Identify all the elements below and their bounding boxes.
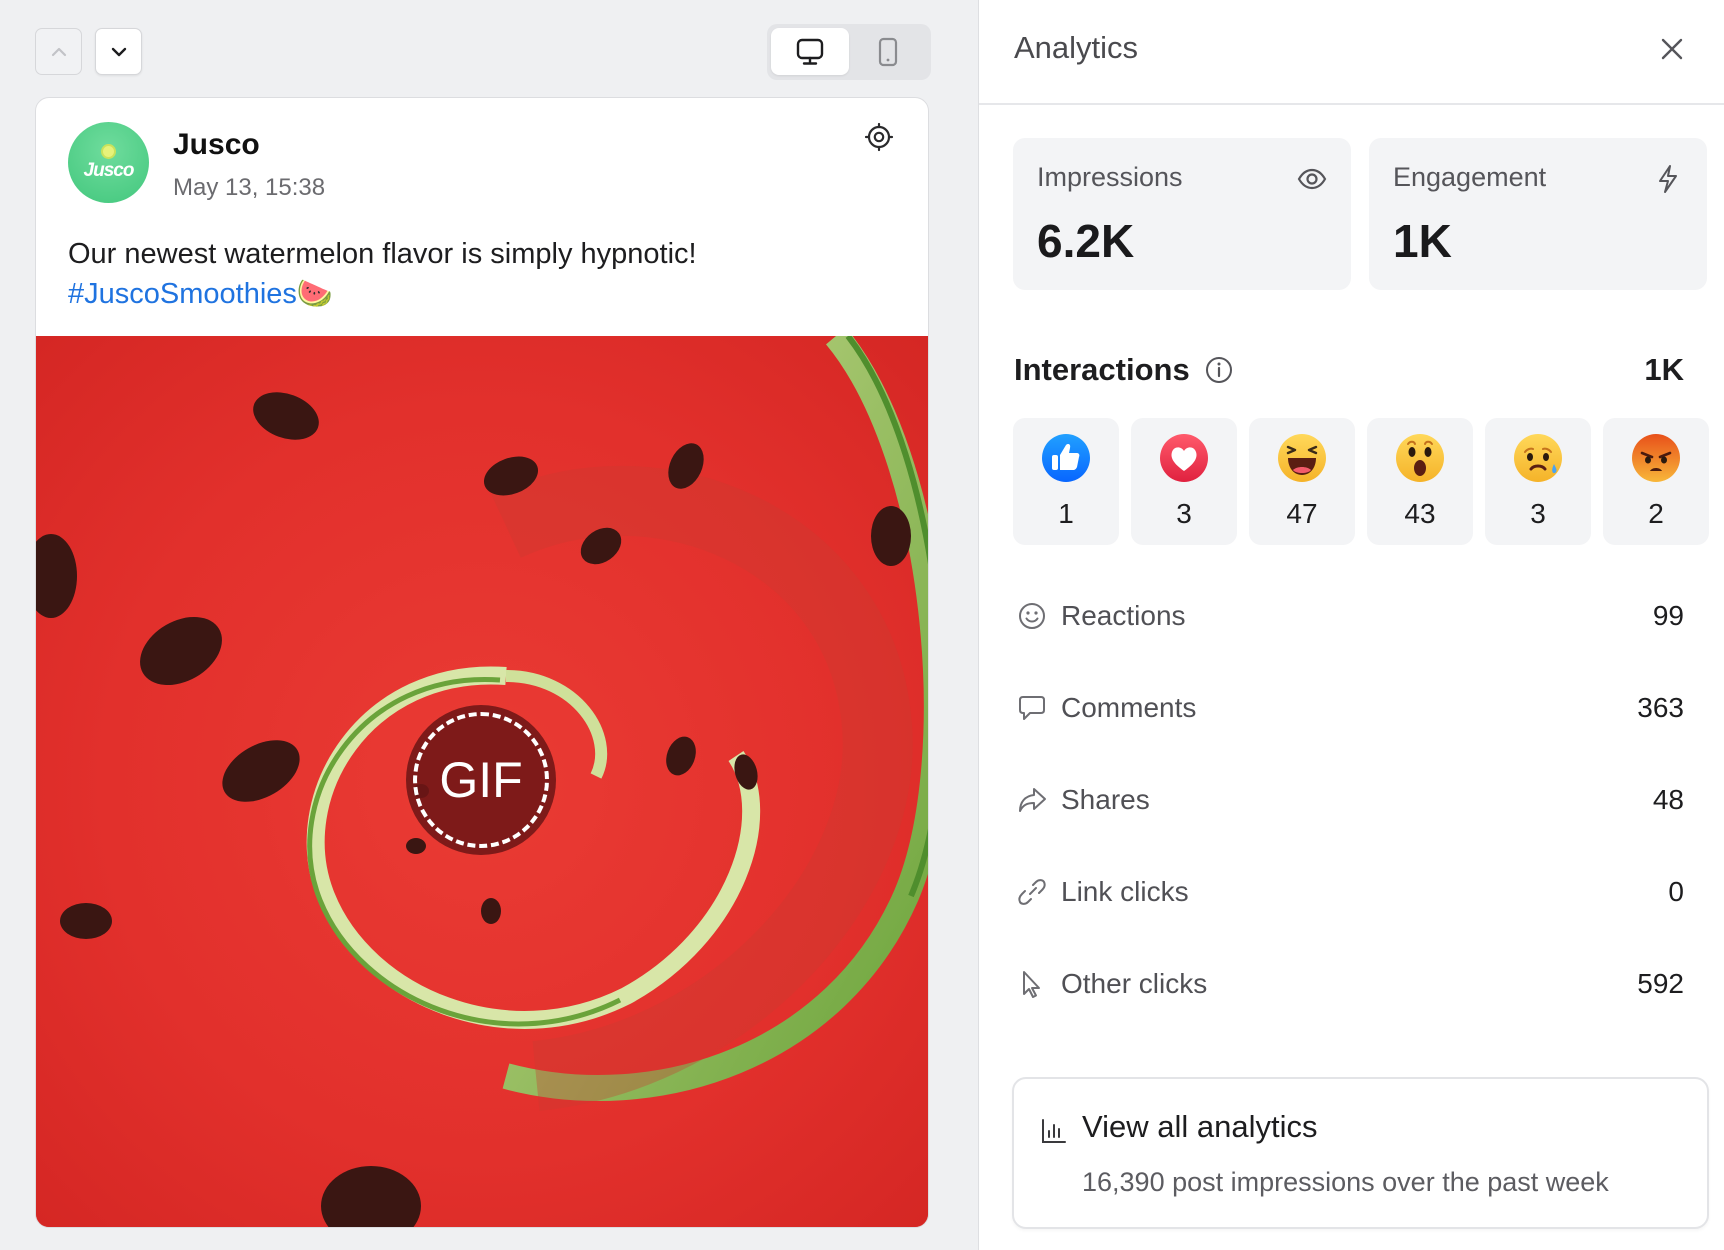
chevron-up-icon bbox=[51, 47, 66, 56]
post-body: Our newest watermelon flavor is simply h… bbox=[68, 238, 697, 270]
phone-icon bbox=[878, 37, 898, 66]
weekly-impressions-summary: 16,390 post impressions over the past we… bbox=[1082, 1167, 1609, 1197]
metric-row-reactions: Reactions 99 bbox=[1014, 596, 1684, 636]
metric-row-shares: Shares 48 bbox=[1014, 780, 1684, 820]
avatar-brand-text: Jusco bbox=[83, 159, 135, 181]
lightning-icon bbox=[1659, 165, 1677, 193]
reaction-haha: 47 bbox=[1249, 418, 1355, 545]
view-all-analytics-card[interactable]: View all analytics 16,390 post impressio… bbox=[1012, 1077, 1709, 1229]
metric-row-link-clicks: Link clicks 0 bbox=[1014, 872, 1684, 912]
reaction-breakdown: 1 3 47 43 3 2 bbox=[1013, 418, 1709, 545]
desktop-view-button[interactable] bbox=[771, 28, 849, 75]
link-icon bbox=[1018, 879, 1046, 905]
reaction-sad: 3 bbox=[1485, 418, 1591, 545]
view-mode-toggle bbox=[767, 24, 931, 80]
like-reaction-icon bbox=[1042, 434, 1090, 482]
gif-badge[interactable]: GIF bbox=[406, 705, 556, 855]
bar-chart-icon bbox=[1042, 1119, 1066, 1143]
info-icon[interactable] bbox=[1204, 355, 1234, 385]
metric-label: Other clicks bbox=[1061, 968, 1208, 999]
metric-label: Reactions bbox=[1061, 600, 1186, 631]
avatar: Jusco bbox=[68, 122, 149, 203]
eye-icon bbox=[1297, 168, 1327, 190]
metric-label: Comments bbox=[1061, 692, 1197, 723]
mobile-view-button[interactable] bbox=[849, 28, 927, 75]
metric-row-other-clicks: Other clicks 592 bbox=[1014, 964, 1684, 1004]
metric-value: 363 bbox=[1637, 692, 1684, 723]
crosshair-icon bbox=[864, 122, 894, 152]
like-count: 1 bbox=[1058, 498, 1074, 529]
monitor-icon bbox=[796, 38, 824, 65]
hashtag-link[interactable]: #JuscoSmoothies bbox=[68, 278, 297, 310]
reaction-angry: 2 bbox=[1603, 418, 1709, 545]
cursor-icon bbox=[1023, 971, 1040, 998]
post-timestamp: May 13, 15:38 bbox=[173, 174, 326, 201]
close-panel-button[interactable] bbox=[1656, 33, 1688, 65]
analytics-panel: Analytics Impressions 6.2K Engagement 1K… bbox=[978, 0, 1724, 1250]
interactions-heading: Interactions bbox=[1014, 352, 1234, 388]
haha-reaction-icon bbox=[1278, 434, 1326, 482]
next-post-button[interactable] bbox=[95, 28, 142, 75]
view-all-analytics-link[interactable]: View all analytics bbox=[1082, 1109, 1317, 1145]
angry-reaction-icon bbox=[1632, 434, 1680, 482]
metric-label: Link clicks bbox=[1061, 876, 1189, 907]
impressions-card: Impressions 6.2K bbox=[1013, 138, 1351, 290]
interactions-total: 1K bbox=[1644, 352, 1684, 387]
watermelon-emoji: 🍉 bbox=[296, 278, 334, 310]
haha-count: 47 bbox=[1286, 498, 1318, 529]
impressions-value: 6.2K bbox=[1037, 215, 1135, 267]
engagement-value: 1K bbox=[1393, 215, 1452, 267]
love-count: 3 bbox=[1176, 498, 1192, 529]
post-media-gif[interactable]: GIF bbox=[36, 336, 928, 1227]
sad-count: 3 bbox=[1530, 498, 1546, 529]
panel-header: Analytics bbox=[979, 0, 1724, 105]
impressions-label: Impressions bbox=[1037, 162, 1183, 192]
reaction-wow: 43 bbox=[1367, 418, 1473, 545]
post-text: Our newest watermelon flavor is simply h… bbox=[68, 234, 898, 314]
metric-row-comments: Comments 363 bbox=[1014, 688, 1684, 728]
metric-value: 0 bbox=[1668, 876, 1684, 907]
angry-count: 2 bbox=[1648, 498, 1664, 529]
panel-title: Analytics bbox=[1014, 30, 1139, 65]
reaction-love: 3 bbox=[1131, 418, 1237, 545]
wow-reaction-icon bbox=[1396, 434, 1444, 482]
wow-count: 43 bbox=[1404, 498, 1436, 529]
previous-post-button[interactable] bbox=[35, 28, 82, 75]
comment-icon bbox=[1019, 696, 1045, 720]
author-name: Jusco bbox=[173, 128, 260, 161]
close-icon bbox=[1661, 38, 1683, 60]
engagement-label: Engagement bbox=[1393, 162, 1547, 192]
lime-logo-icon bbox=[101, 143, 116, 159]
share-icon bbox=[1019, 788, 1046, 812]
engagement-card: Engagement 1K bbox=[1369, 138, 1707, 290]
metric-value: 48 bbox=[1652, 784, 1684, 815]
focus-target-button[interactable] bbox=[864, 122, 894, 152]
metric-value: 592 bbox=[1637, 968, 1684, 999]
post-card: Jusco Jusco May 13, 15:38 Our newest wat… bbox=[35, 97, 929, 1228]
chevron-down-icon bbox=[111, 47, 126, 56]
post-preview-area: Jusco Jusco May 13, 15:38 Our newest wat… bbox=[0, 0, 978, 1250]
love-reaction-icon bbox=[1160, 434, 1208, 482]
metric-label: Shares bbox=[1061, 784, 1150, 815]
interactions-title: Interactions bbox=[1014, 352, 1190, 387]
reaction-like: 1 bbox=[1013, 418, 1119, 545]
sad-reaction-icon bbox=[1514, 434, 1562, 482]
metric-value: 99 bbox=[1652, 600, 1684, 631]
smiley-icon bbox=[1019, 603, 1045, 629]
gif-badge-label: GIF bbox=[439, 752, 523, 808]
